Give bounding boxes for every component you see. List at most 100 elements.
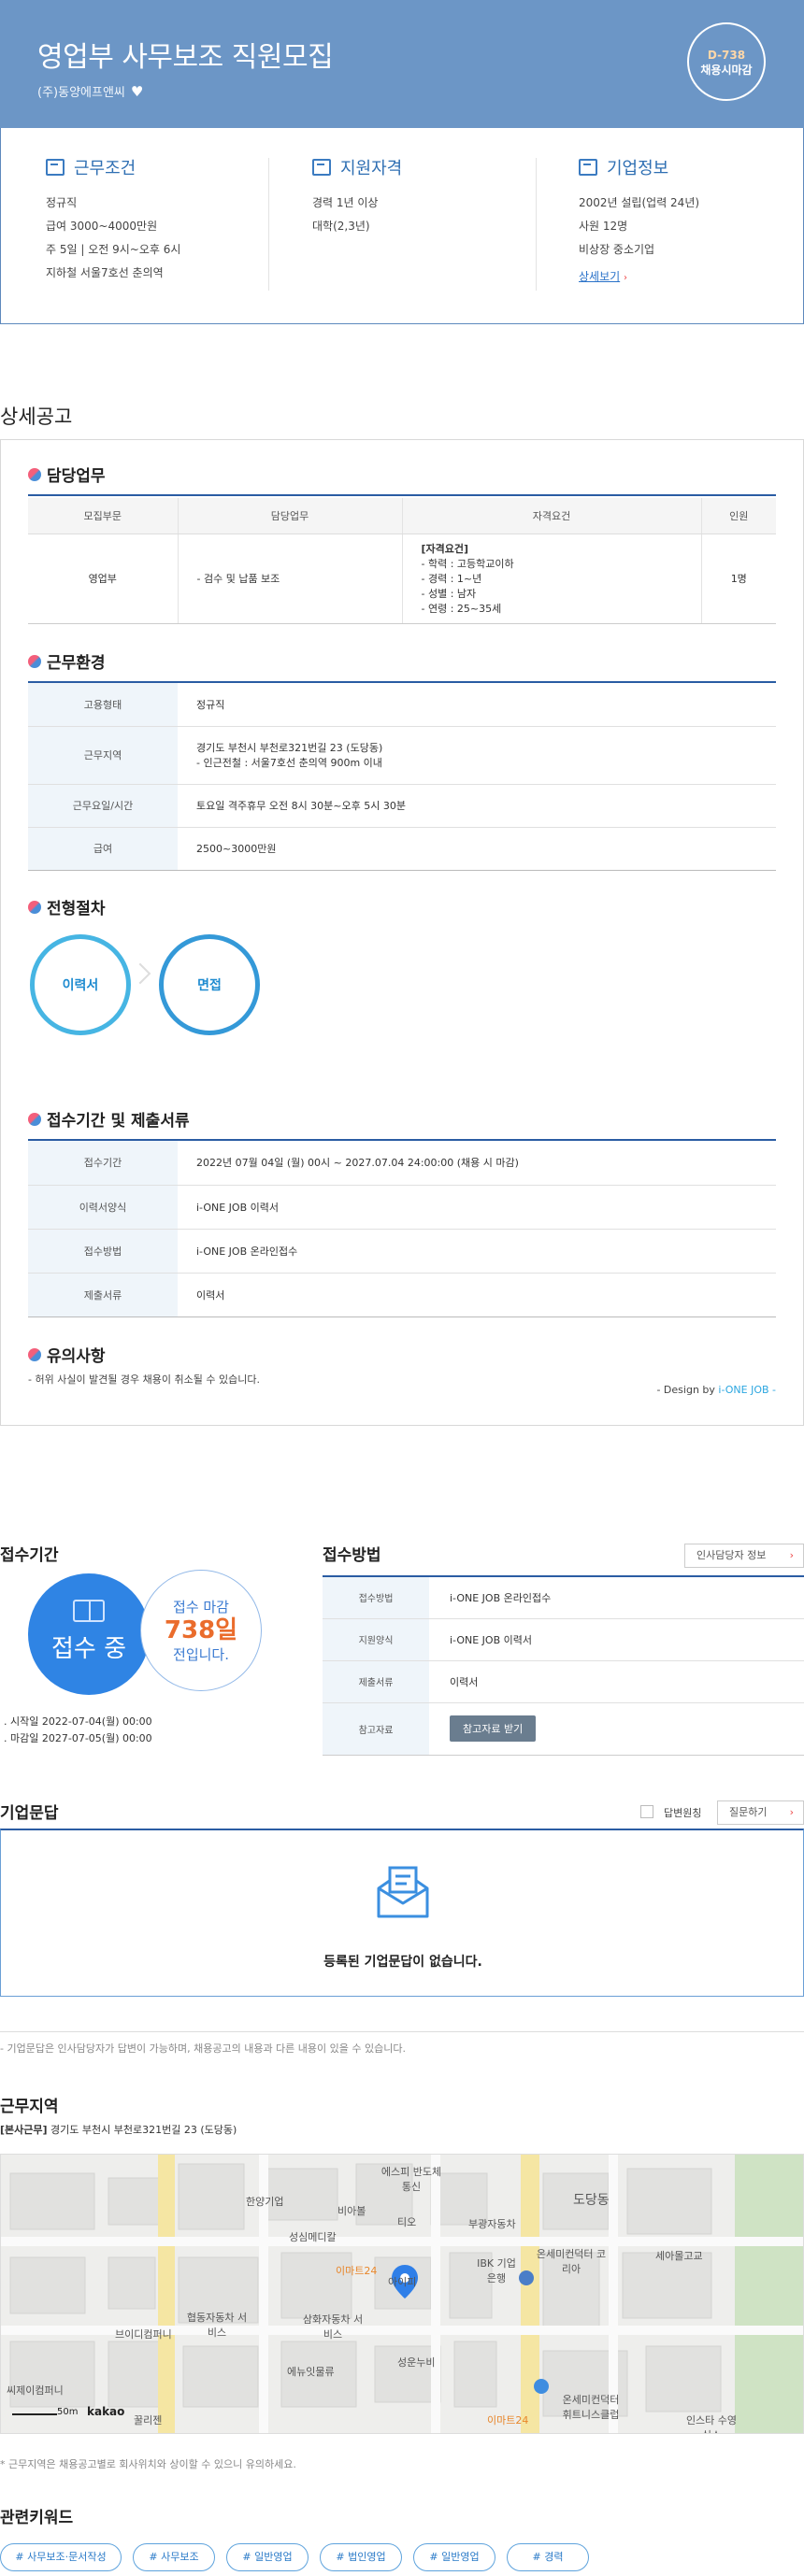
summary-company-title: 기업정보: [607, 159, 669, 178]
map-label: 협동자동차 서비스: [186, 2312, 248, 2339]
start-date-text: 시작일 2022-07-04(월) 00:00: [10, 1715, 152, 1728]
submit-title: 접수기간 및 제출서류: [28, 1107, 190, 1131]
job-title: 영업부 사무보조 직원모집: [37, 41, 334, 74]
table-row: 영업부 - 검수 및 납품 보조 [자격요건] - 학력 : 고등학교이하 - …: [28, 534, 776, 624]
table-row: 근무요일/시간 토요일 격주휴무 오전 8시 30분~오후 5시 30분: [28, 784, 776, 828]
table-row: 제출서류 이력서: [323, 1660, 804, 1703]
keyword-tag[interactable]: # 사무보조: [133, 2543, 215, 2571]
dday-count: D-738: [707, 49, 746, 62]
qna-note: - 기업문답은 인사담당자가 답변이 가능하며, 채용공고의 내용과 다른 내용…: [0, 2042, 406, 2055]
company-name-text[interactable]: (주)동양에프앤씨: [37, 86, 125, 100]
keyword-tag[interactable]: # 법인영업: [320, 2543, 402, 2571]
summary-work-line: 정규직: [46, 196, 78, 209]
map-label: 성운누비: [397, 2356, 436, 2369]
job-header: 영업부 사무보조 직원모집 (주)동양에프앤씨 ♥ D-738 채용시마감: [0, 0, 804, 128]
hr-info-button[interactable]: 인사담당자 정보 ›: [684, 1544, 804, 1568]
duty-title: 담당업무: [28, 463, 106, 486]
table-row: 접수기간 2022년 07월 04일 (월) 00시 ~ 2027.07.04 2…: [28, 1141, 776, 1186]
row-key: 접수방법: [323, 1575, 429, 1619]
keywords-title: 관련키워드: [0, 2509, 74, 2527]
row-value: i-ONE JOB 이력서: [178, 1185, 776, 1230]
location-address-prefix: [본사근무]: [0, 2124, 48, 2136]
keyword-tag[interactable]: # 사무보조·문서작성: [0, 2543, 122, 2571]
keyword-tag[interactable]: # 일반영업: [226, 2543, 309, 2571]
chevron-right-icon[interactable]: ›: [790, 1801, 794, 1824]
keyword-tag[interactable]: # 일반영업: [413, 2543, 495, 2571]
book-icon: [73, 1600, 105, 1622]
summary-company-line: 비상장 중소기업: [579, 243, 655, 256]
end-date: . 마감일 2027-07-05(월) 00:00: [4, 1732, 152, 1744]
summary-qualify: 지원자격 경력 1년 이상 대학(2,3년): [312, 156, 546, 296]
row-key: 고용형태: [28, 683, 178, 727]
status-badge: 접수 중: [28, 1573, 150, 1695]
row-key: 근무지역: [28, 726, 178, 785]
row-value: i-ONE JOB 온라인접수: [178, 1229, 776, 1274]
answered-checkbox-label[interactable]: 답변원칭: [664, 1805, 701, 1820]
table-row: 근무지역 경기도 부천시 부천로321번길 23 (도당동) - 인근전철 : 서울…: [28, 726, 776, 785]
duty-title-text: 담당업무: [47, 467, 106, 486]
ask-question-button[interactable]: 질문하기 ›: [717, 1800, 804, 1825]
map-label: 성심메디칼: [289, 2231, 337, 2243]
start-date: . 시작일 2022-07-04(월) 00:00: [4, 1715, 152, 1728]
bullet-icon: [28, 654, 41, 668]
remain-suffix: 전입니다.: [173, 1646, 229, 1663]
map-label: 인스타 수영십스: [685, 2414, 738, 2433]
ask-question-label[interactable]: 질문하기: [729, 1806, 767, 1818]
env-title: 근무환경: [28, 649, 106, 673]
map-label: 도당동: [573, 2193, 610, 2208]
map-label: 꿀리젠: [134, 2414, 163, 2427]
location-map[interactable]: 한양기업 에스피 반도체통신 비아볼 성심메디칼 티오 부광자동차 도당동 이마…: [0, 2154, 804, 2434]
summary-company-line: 사원 12명: [579, 220, 628, 233]
status-label: 접수 중: [50, 1635, 127, 1663]
duty-dept: 영업부: [28, 534, 178, 624]
remain-label: 접수 마감: [173, 1599, 229, 1615]
row-key: 제출서류: [28, 1273, 178, 1317]
download-reference-button[interactable]: 참고자료 받기: [450, 1715, 537, 1742]
map-label: 씨제이컴퍼니: [7, 2384, 64, 2397]
map-label: 이마트24: [487, 2414, 529, 2427]
row-value: 참고자료 받기: [429, 1702, 804, 1756]
bullet-icon: [28, 1112, 41, 1126]
dday-badge: D-738 채용시마감: [687, 22, 766, 101]
calendar-icon: [312, 159, 331, 176]
map-label: 티오: [397, 2216, 417, 2228]
job-summary: 근무조건 정규직 급여 3000~4000만원 주 5일 | 오전 9시~오후 …: [0, 128, 804, 324]
qna-empty-message: 등록된 기업문답이 없습니다.: [323, 1955, 482, 1970]
building-icon: [46, 159, 65, 176]
hr-info-label[interactable]: 인사담당자 정보: [696, 1549, 766, 1561]
answered-checkbox[interactable]: [640, 1805, 653, 1818]
row-key: 급여: [28, 827, 178, 871]
receipt-method-title: 접수방법: [323, 1546, 381, 1565]
chevron-right-icon[interactable]: ›: [790, 1544, 794, 1567]
table-row: 급여 2500~3000만원: [28, 827, 776, 871]
row-value: 이력서: [178, 1273, 776, 1317]
env-title-text: 근무환경: [47, 654, 106, 673]
env-table: 고용형태 정규직 근무지역 경기도 부천시 부천로321번길 23 (도당동) - 인…: [28, 683, 776, 871]
keyword-tag[interactable]: # 경력: [507, 2543, 589, 2571]
map-label: IBK 기업은행: [477, 2257, 516, 2284]
map-label: 아이피: [388, 2276, 417, 2288]
qual-heading: [자격요건]: [421, 543, 469, 555]
duty-task: - 검수 및 납품 보조: [177, 534, 402, 624]
design-credit-brand: i-ONE JOB -: [718, 1384, 776, 1396]
summary-work-line: 주 5일 | 오전 9시~오후 6시: [46, 243, 181, 256]
location-title: 근무지역: [0, 2098, 59, 2116]
qual-line: - 학력 : 고등학교이하: [421, 558, 514, 570]
company-name[interactable]: (주)동양에프앤씨 ♥: [37, 82, 143, 100]
bullet-icon: [28, 900, 41, 914]
company-detail-link[interactable]: 상세보기: [579, 270, 620, 283]
table-row: 고용형태 정규직: [28, 683, 776, 727]
heart-icon[interactable]: ♥: [131, 83, 143, 100]
divider: [536, 158, 537, 291]
map-scale: 50m: [57, 2407, 79, 2417]
row-key: 참고자료: [323, 1702, 429, 1756]
row-value: 정규직: [178, 683, 776, 727]
summary-work-line: 급여 3000~4000만원: [46, 220, 158, 233]
divider: [268, 158, 269, 291]
chevron-right-icon[interactable]: ›: [624, 273, 627, 283]
map-label: 부광자동차: [468, 2218, 516, 2230]
design-credit-prefix: - Design by: [656, 1384, 719, 1396]
row-value: 토요일 격주휴무 오전 8시 30분~오후 5시 30분: [178, 784, 776, 828]
summary-qualify-line: 경력 1년 이상: [312, 196, 379, 209]
map-canvas[interactable]: [1, 2155, 804, 2434]
